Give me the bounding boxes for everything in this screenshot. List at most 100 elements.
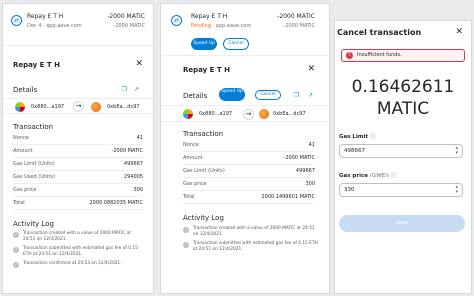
divider (183, 164, 313, 165)
divider (183, 151, 313, 152)
gas-price-input[interactable]: 330 ▴ ▾ (339, 183, 463, 197)
divider (183, 190, 313, 191)
error-message: Insufficient funds. (357, 52, 402, 58)
external-link-icon[interactable]: ↗ (134, 86, 139, 93)
divider (13, 170, 143, 171)
tx-status-line: Pending · app.aave.com (191, 23, 252, 29)
stepper-icon[interactable]: ▴ ▾ (455, 185, 458, 195)
details-title: Repay E T H (183, 66, 230, 74)
divider (13, 196, 143, 197)
swap-icon: ⇄ (171, 15, 182, 26)
details-section-title: Details (183, 92, 208, 100)
details-title: Repay E T H (13, 61, 60, 69)
stepper-icon[interactable]: ▴ ▾ (455, 146, 458, 156)
cancel-button-details[interactable]: Cancel (255, 90, 281, 100)
tx-title: Repay E T H (27, 13, 64, 20)
activity-log-entry: Transaction submitted with estimated gas… (193, 241, 318, 252)
tx-row-label: Total (13, 200, 25, 206)
close-icon[interactable]: ✕ (307, 64, 315, 74)
arrow-right-icon: → (243, 109, 254, 120)
to-address[interactable]: 0xbEa...dc97 (107, 104, 140, 110)
close-icon[interactable]: ✕ (455, 27, 463, 37)
from-avatar (15, 102, 25, 112)
gas-price-label: Gas price (GWEI) ⓘ (339, 173, 397, 179)
tx-row-value: -2000 MATIC (111, 148, 143, 154)
tx-row-label: Total (183, 194, 195, 200)
transaction-details-panel-completed: ⇄ Repay E T H -2000 MATIC Dec 4 · app.aa… (2, 3, 154, 294)
tx-row-label: Amount (183, 155, 203, 161)
speed-up-button-details[interactable]: Speed Up (219, 88, 245, 101)
tx-row-value: 41 (136, 135, 143, 141)
modal-title: Cancel transaction (337, 28, 422, 37)
transaction-details-panel-pending: ⇄ Repay E T H -2000 MATIC Pending · app.… (160, 3, 330, 294)
activity-log-entry: Transaction confirmed at 24:53 on 12/4/2… (23, 261, 122, 266)
info-icon[interactable]: ⓘ (391, 173, 397, 179)
tx-row-value: 294005 (123, 174, 143, 180)
tx-row-value: 300 (305, 181, 315, 187)
from-avatar (183, 109, 193, 119)
from-to-row: 0x880...a197 → 0xbEa...dc97 (3, 98, 153, 114)
tx-amount: -2000 MATIC (277, 13, 315, 20)
tx-amount: -2000 MATIC (107, 13, 145, 20)
check-icon: ✓ (13, 262, 19, 268)
gas-limit-input[interactable]: 498667 ▴ ▾ (339, 144, 463, 158)
activity-log-title: Activity Log (183, 214, 224, 222)
tx-sub-amount: -2000 MATIC (113, 23, 145, 29)
from-address[interactable]: 0x880...a197 (31, 104, 64, 110)
cancel-fee-currency: MATIC (376, 99, 430, 119)
check-icon: ✓ (183, 227, 189, 233)
to-address[interactable]: 0xbEa...dc97 (273, 111, 306, 117)
transaction-list-item[interactable]: ⇄ Repay E T H -2000 MATIC Pending · app.… (161, 4, 329, 56)
tx-row-value: 2000.1499601 MATIC (261, 194, 315, 200)
tx-row-label: Nonce (13, 135, 29, 141)
cancel-fee-amount: 0.16462611 (351, 77, 455, 97)
check-icon: ✓ (183, 242, 189, 248)
tx-row-value: 41 (308, 142, 315, 148)
from-to-row: 0x880...a197 → 0xbEa...dc97 (161, 105, 329, 122)
divider (13, 157, 143, 158)
activity-log-entry: Transaction submitted with estimated gas… (23, 246, 138, 257)
error-icon: ! (346, 52, 353, 59)
tx-row-value: 499667 (123, 161, 143, 167)
info-icon[interactable]: ⓘ (370, 134, 376, 140)
tx-site: app.aave.com (215, 23, 252, 29)
gas-limit-label: Gas Limit ⓘ (339, 134, 376, 140)
tx-row-label: Gas price (13, 187, 37, 193)
close-icon[interactable]: ✕ (135, 59, 143, 69)
speed-up-button[interactable]: Speed Up (191, 38, 217, 50)
tx-row-value: 300 (133, 187, 143, 193)
tx-row-label: Amount (13, 148, 33, 154)
transaction-section-title: Transaction (13, 123, 54, 131)
divider (13, 209, 143, 210)
tx-date-site: Dec 4 · app.aave.com (27, 23, 82, 29)
swap-icon: ⇄ (11, 15, 22, 26)
tx-title: Repay E T H (191, 13, 228, 20)
tx-row-value: 2000.0882035 MATIC (89, 200, 143, 206)
external-link-icon[interactable]: ↗ (308, 92, 313, 99)
tx-row-value: 499667 (295, 168, 315, 174)
error-banner: ! Insufficient funds. (341, 49, 465, 62)
copy-icon[interactable]: ❐ (122, 86, 127, 93)
activity-log-title: Activity Log (13, 220, 54, 228)
save-button[interactable]: Save (339, 215, 465, 232)
cancel-button[interactable]: Cancel (223, 38, 249, 50)
divider (13, 144, 143, 145)
to-avatar (259, 109, 269, 119)
cancel-transaction-modal: Cancel transaction ✕ ! Insufficient fund… (334, 20, 472, 294)
pending-status: Pending (191, 23, 211, 29)
tx-row-label: Gas Limit (Units) (183, 168, 225, 174)
tx-row-label: Gas Limit (Units) (13, 161, 55, 167)
tx-row-label: Gas price (183, 181, 207, 187)
copy-icon[interactable]: ❐ (294, 92, 299, 99)
activity-log-entry: Transaction created with a value of 2000… (23, 231, 131, 242)
tx-row-label: Gas Used (Units) (13, 174, 55, 180)
transaction-list-item[interactable]: ⇄ Repay E T H -2000 MATIC Dec 4 · app.aa… (3, 4, 153, 46)
to-avatar (91, 102, 101, 112)
divider (183, 203, 313, 204)
tx-row-label: Nonce (183, 142, 199, 148)
check-icon: ✓ (13, 247, 19, 253)
tx-row-value: -2000 MATIC (283, 155, 315, 161)
activity-log-entry: Transaction created with a value of 2000… (193, 226, 315, 237)
transaction-section-title: Transaction (183, 130, 224, 138)
from-address[interactable]: 0x880...a197 (199, 111, 232, 117)
